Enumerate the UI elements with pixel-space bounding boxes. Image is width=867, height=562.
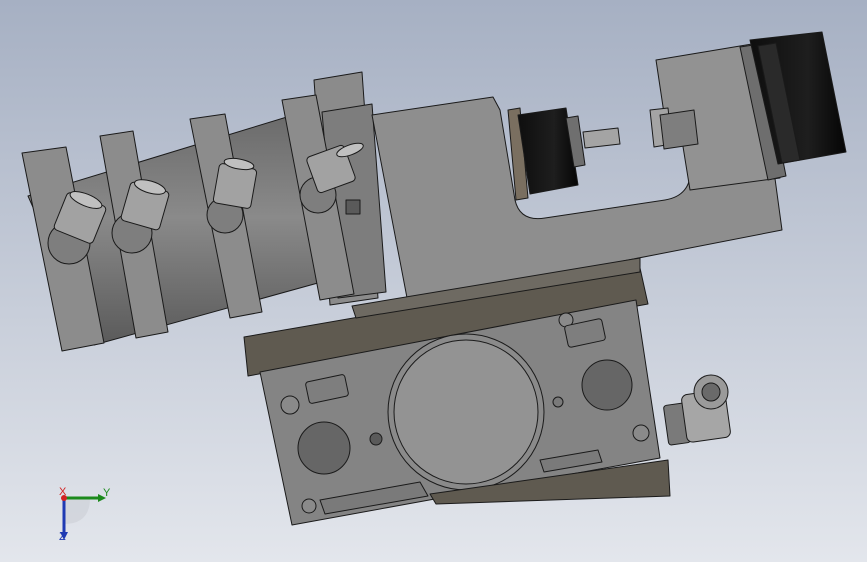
shaft [582,127,621,149]
coordinate-triad: X Y Z [50,482,120,546]
z-axis-label: Z [59,531,66,543]
x-axis-label: X [59,486,67,498]
y-axis-label: Y [103,487,111,499]
graphics-viewport[interactable]: X Y Z [0,0,867,562]
cad-model-view[interactable] [0,0,867,562]
shaft-coupling[interactable] [649,107,699,150]
